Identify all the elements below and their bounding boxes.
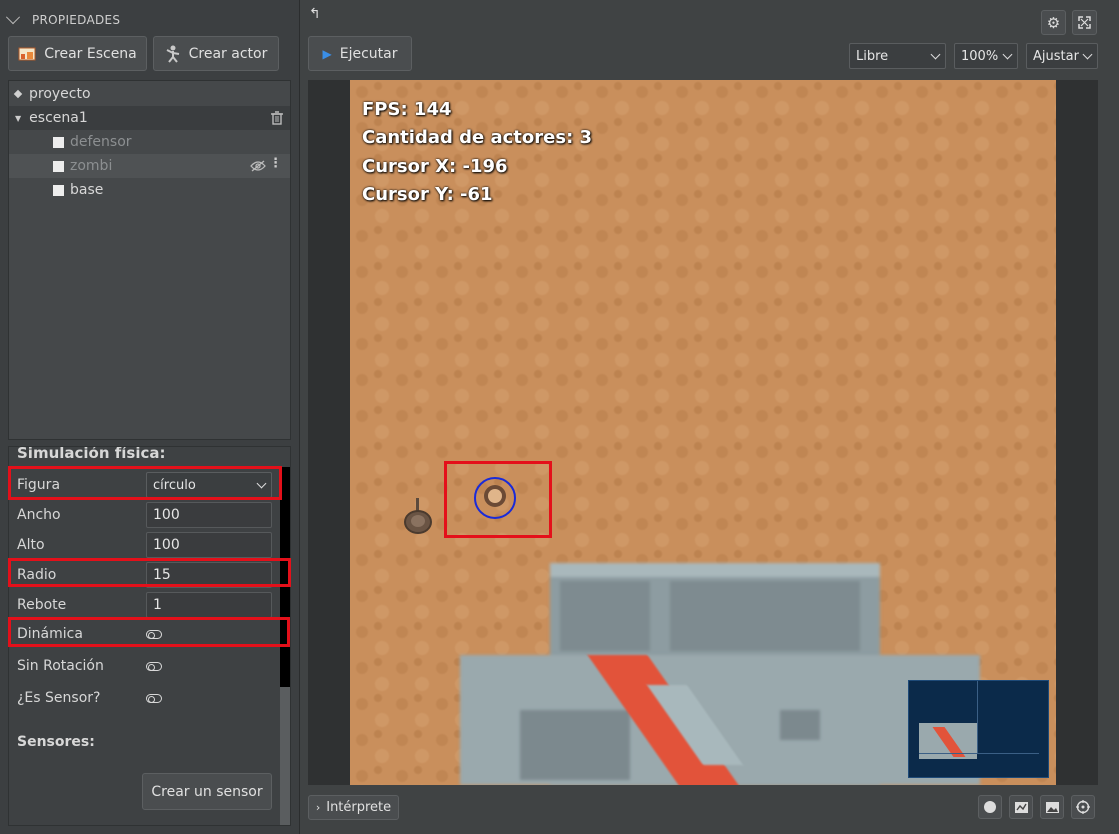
- actor-count-text: Cantidad de actores: 3: [362, 127, 593, 148]
- fit-value: Ajustar: [1033, 48, 1079, 64]
- highlight-radio: [8, 558, 291, 587]
- create-sensor-button[interactable]: Crear un sensor: [142, 773, 272, 810]
- tree-item-label: zombi: [70, 158, 113, 174]
- properties-header-label: PROPIEDADES: [32, 13, 121, 27]
- create-scene-button[interactable]: Crear Escena: [8, 36, 147, 71]
- tree-item-label: proyecto: [29, 86, 91, 102]
- interpreter-button[interactable]: › Intérprete: [308, 795, 399, 820]
- es-sensor-toggle[interactable]: [146, 694, 162, 703]
- globe-icon: [984, 801, 996, 813]
- chevron-down-icon: [5, 10, 21, 25]
- left-panel: PROPIEDADES Crear Escena Crear actor pro…: [0, 0, 300, 834]
- chart-button[interactable]: [1009, 795, 1033, 819]
- chevron-down-icon: [1002, 49, 1013, 59]
- mode-value: Libre: [856, 48, 889, 64]
- mode-select[interactable]: Libre: [849, 43, 946, 69]
- sensores-title: Sensores:: [17, 734, 95, 750]
- settings-button[interactable]: ⚙: [1041, 10, 1066, 35]
- chevron-down-icon: [930, 49, 941, 59]
- rebote-label: Rebote: [17, 597, 67, 613]
- fullscreen-icon: [1078, 16, 1091, 29]
- fps-text: FPS: 144: [362, 99, 452, 120]
- actor-checkbox[interactable]: [53, 136, 64, 148]
- run-button[interactable]: ▶ Ejecutar: [308, 36, 412, 71]
- tree-item-label: defensor: [70, 134, 132, 150]
- tree-item-base[interactable]: base: [9, 178, 290, 202]
- trash-icon[interactable]: [271, 111, 283, 125]
- diamond-icon: [13, 89, 23, 99]
- highlight-zombi: [444, 461, 552, 538]
- highlight-figura: [8, 466, 282, 500]
- scene-icon: [18, 47, 36, 60]
- highlight-dinamica: [8, 617, 290, 647]
- chevron-right-icon: ›: [315, 801, 321, 814]
- create-scene-label: Crear Escena: [44, 45, 137, 62]
- scene-tree: proyecto ▼ escena1 defensor zombi ⋮ base: [8, 80, 291, 440]
- target-button[interactable]: [1071, 795, 1095, 819]
- create-actor-label: Crear actor: [188, 45, 268, 62]
- run-label: Ejecutar: [339, 45, 398, 62]
- sin-rotacion-label: Sin Rotación: [17, 658, 104, 674]
- scrollbar-thumb[interactable]: [280, 687, 290, 825]
- tree-item-project[interactable]: proyecto: [9, 82, 290, 106]
- cursor-y-text: Cursor Y: -61: [362, 184, 493, 205]
- eye-slash-icon[interactable]: [250, 160, 266, 172]
- chevron-down-icon: [1082, 49, 1093, 59]
- interpreter-label: Intérprete: [326, 800, 392, 815]
- physics-section-title: Simulación física:: [17, 446, 166, 462]
- alto-label: Alto: [17, 537, 45, 553]
- tree-item-label: base: [70, 182, 104, 198]
- rebote-input[interactable]: 1: [146, 592, 272, 618]
- image-icon: [1045, 801, 1059, 813]
- ancho-input[interactable]: 100: [146, 502, 272, 528]
- fullscreen-button[interactable]: [1072, 10, 1097, 35]
- sin-rotacion-toggle[interactable]: [146, 662, 162, 671]
- properties-header[interactable]: PROPIEDADES: [5, 10, 121, 30]
- target-icon: [1076, 800, 1090, 814]
- gear-icon: ⚙: [1046, 13, 1061, 32]
- globe-button[interactable]: [978, 795, 1002, 819]
- caret-down-icon: ▼: [15, 113, 22, 123]
- zoom-select[interactable]: 100%: [954, 43, 1018, 69]
- chart-icon: [1014, 801, 1028, 813]
- fit-select[interactable]: Ajustar: [1026, 43, 1098, 69]
- undo-icon[interactable]: ↰: [309, 6, 321, 22]
- tree-item-scene[interactable]: ▼ escena1: [9, 106, 290, 130]
- tree-item-label: escena1: [29, 110, 88, 126]
- tree-item-zombi[interactable]: zombi ⋮: [9, 154, 290, 178]
- play-icon: ▶: [322, 46, 332, 61]
- actor-checkbox[interactable]: [53, 184, 64, 196]
- es-sensor-label: ¿Es Sensor?: [17, 690, 101, 706]
- tree-item-defensor[interactable]: defensor: [9, 130, 290, 154]
- ancho-label: Ancho: [17, 507, 61, 523]
- more-icon[interactable]: ⋮: [269, 156, 282, 171]
- zoom-value: 100%: [961, 48, 999, 64]
- image-button[interactable]: [1040, 795, 1064, 819]
- game-canvas[interactable]: FPS: 144 Cantidad de actores: 3 Cursor X…: [350, 80, 1056, 785]
- cursor-x-text: Cursor X: -196: [362, 156, 508, 177]
- actor-checkbox[interactable]: [53, 160, 64, 172]
- minimap[interactable]: [908, 680, 1049, 778]
- actor-icon: [166, 45, 179, 63]
- alto-input[interactable]: 100: [146, 532, 272, 558]
- defensor-sprite[interactable]: [402, 498, 434, 538]
- create-actor-button[interactable]: Crear actor: [153, 36, 279, 71]
